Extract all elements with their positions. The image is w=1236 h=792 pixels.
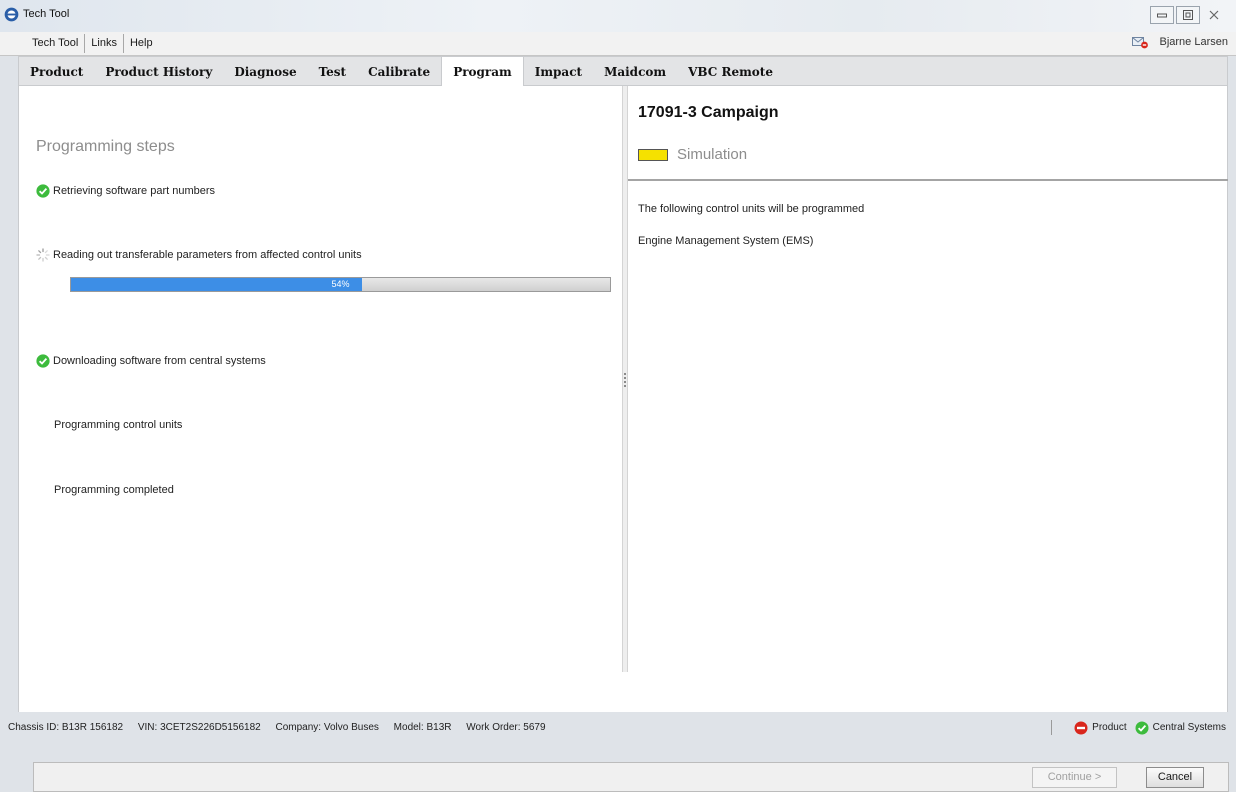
tab-product[interactable]: Product (19, 57, 94, 85)
minimize-button[interactable] (1150, 6, 1174, 24)
menu-links[interactable]: Links (85, 34, 124, 53)
work-order: Work Order: 5679 (466, 722, 546, 733)
central-systems-status[interactable]: Central Systems (1135, 721, 1226, 735)
check-icon (36, 354, 50, 368)
action-footer: Continue > Cancel (33, 762, 1229, 792)
step-label: Downloading software from central system… (53, 355, 266, 367)
restore-icon (1183, 10, 1193, 20)
status-bar: Chassis ID: B13R 156182 VIN: 3CET2S226D5… (0, 718, 1236, 736)
campaign-title: 17091-3 Campaign (638, 104, 779, 121)
no-entry-icon (1074, 721, 1088, 734)
step-reading: Reading out transferable parameters from… (36, 248, 362, 262)
tab-program[interactable]: Program (441, 57, 524, 86)
tab-impact[interactable]: Impact (524, 57, 593, 85)
techtool-app-icon (4, 7, 19, 22)
window-title: Tech Tool (23, 8, 70, 20)
tab-maidcom[interactable]: Maidcom (593, 57, 677, 85)
product-status[interactable]: Product (1074, 721, 1127, 735)
campaign-pane: 17091-3 Campaign Simulation The followin… (628, 86, 1228, 672)
cancel-button[interactable]: Cancel (1146, 767, 1204, 788)
company: Company: Volvo Buses (275, 722, 379, 733)
simulation-indicator: Simulation (638, 146, 747, 163)
step-programming: Programming control units (54, 419, 182, 431)
tab-product-history[interactable]: Product History (94, 57, 223, 85)
progress-text: 54% (331, 279, 350, 289)
window-titlebar: Tech Tool (0, 0, 1236, 32)
simulation-label: Simulation (677, 146, 748, 163)
units-intro: The following control units will be prog… (638, 203, 865, 215)
close-button[interactable] (1202, 6, 1226, 24)
menu-bar: Tech Tool Links Help Bjarne Larsen (0, 32, 1236, 56)
user-info[interactable]: Bjarne Larsen (1131, 35, 1229, 49)
step-label: Programming completed (54, 484, 174, 496)
continue-button[interactable]: Continue > (1032, 767, 1117, 788)
window-controls (1148, 6, 1226, 24)
tab-bar: Product Product History Diagnose Test Ca… (18, 56, 1228, 86)
model: Model: B13R (393, 722, 452, 733)
user-name: Bjarne Larsen (1159, 36, 1229, 48)
control-unit-item: Engine Management System (EMS) (638, 235, 814, 247)
programming-steps-pane: Programming steps Retrieving software pa… (19, 86, 622, 672)
check-icon (36, 184, 50, 198)
product-status-label: Product (1092, 722, 1127, 733)
status-separator (1051, 720, 1053, 735)
check-icon (1135, 721, 1149, 734)
splitter-grip-icon (624, 373, 626, 387)
maximize-button[interactable] (1176, 6, 1200, 24)
divider (628, 179, 1228, 181)
step-label: Reading out transferable parameters from… (53, 249, 362, 261)
step-downloading: Downloading software from central system… (36, 354, 266, 368)
central-systems-label: Central Systems (1152, 722, 1226, 733)
step-label: Programming control units (54, 419, 183, 431)
tab-test[interactable]: Test (308, 57, 358, 85)
tab-diagnose[interactable]: Diagnose (223, 57, 307, 85)
chassis-id: Chassis ID: B13R 156182 (8, 722, 124, 733)
simulation-swatch (638, 148, 668, 161)
vin: VIN: 3CET2S226D5156182 (137, 722, 261, 733)
step-retrieving: Retrieving software part numbers (36, 184, 215, 198)
minimize-icon (1157, 13, 1167, 18)
progress-bar: 54% (70, 277, 611, 292)
program-content: Programming steps Retrieving software pa… (18, 86, 1229, 792)
step-label: Retrieving software part numbers (53, 185, 216, 197)
section-title: Programming steps (36, 138, 175, 155)
spinner-icon (36, 248, 50, 262)
tab-vbc-remote[interactable]: VBC Remote (677, 57, 784, 85)
close-icon (1209, 10, 1219, 20)
step-completed: Programming completed (54, 484, 174, 496)
menu-help[interactable]: Help (124, 34, 159, 53)
menu-techtool[interactable]: Tech Tool (26, 34, 86, 53)
user-message-icon (1131, 37, 1148, 49)
tab-calibrate[interactable]: Calibrate (357, 57, 441, 85)
